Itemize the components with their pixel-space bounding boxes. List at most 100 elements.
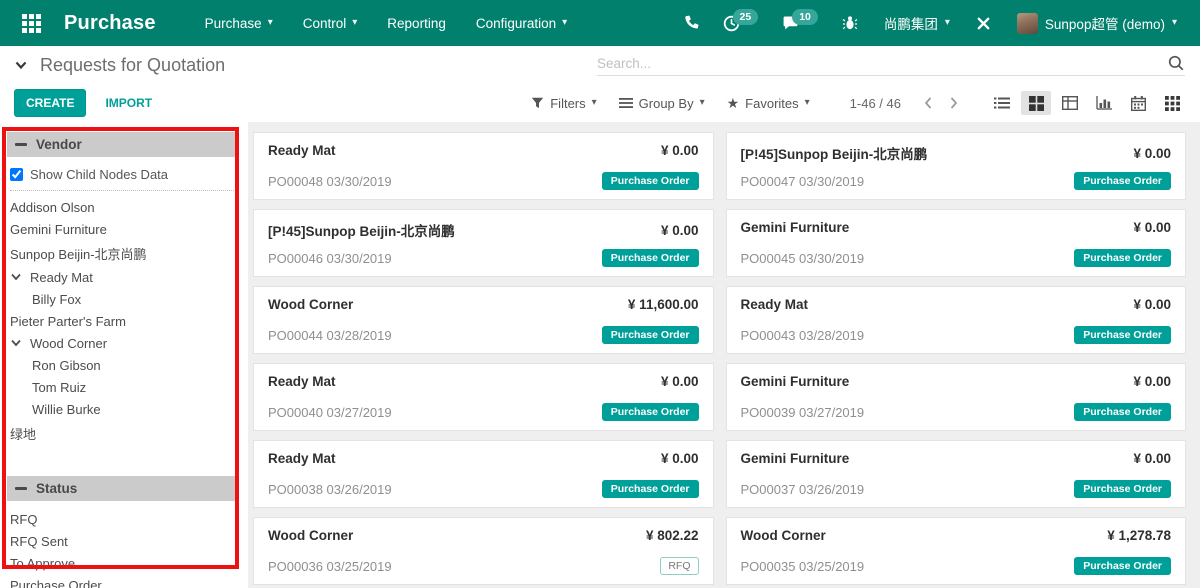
card-amount: ¥ 0.00 bbox=[661, 374, 699, 389]
user-menu[interactable]: Sunpop超管 (demo) ▾ bbox=[1008, 0, 1186, 46]
list-view-icon bbox=[994, 96, 1010, 110]
chevron-down-icon bbox=[14, 59, 28, 71]
card-vendor-name: Gemini Furniture bbox=[741, 451, 850, 466]
kanban-card[interactable]: Ready Mat ¥ 0.00 PO00038 03/26/2019 Purc… bbox=[253, 440, 714, 508]
filters-label: Filters bbox=[550, 96, 585, 111]
status-badge: Purchase Order bbox=[602, 403, 699, 421]
card-vendor-name: Ready Mat bbox=[268, 451, 336, 466]
card-amount: ¥ 1,278.78 bbox=[1107, 528, 1171, 543]
pager-next-button[interactable] bbox=[941, 92, 967, 114]
vendor-filter-item[interactable]: Sunpop Beijin-北京尚鹏 bbox=[0, 240, 248, 266]
vendor-section-header[interactable]: Vendor bbox=[7, 132, 237, 157]
card-vendor-name: Wood Corner bbox=[268, 297, 353, 312]
card-reference-date: PO00039 03/27/2019 bbox=[741, 405, 865, 420]
avatar bbox=[1017, 13, 1038, 34]
debug-button[interactable] bbox=[835, 0, 865, 46]
vendor-filter-item[interactable]: Pieter Parter's Farm bbox=[0, 310, 248, 332]
status-filter-item[interactable]: Purchase Order bbox=[0, 574, 248, 588]
vendor-filter-label: Sunpop Beijin-北京尚鹏 bbox=[10, 244, 147, 263]
pivot-view-button[interactable] bbox=[1055, 91, 1085, 115]
status-filter-item[interactable]: RFQ Sent bbox=[0, 530, 248, 552]
apps-menu-button[interactable] bbox=[14, 6, 48, 40]
list-view-button[interactable] bbox=[987, 91, 1017, 115]
menu-item[interactable]: Reporting bbox=[372, 0, 461, 46]
filters-button[interactable]: Filters ▾ bbox=[531, 96, 596, 111]
import-button[interactable]: IMPORT bbox=[105, 96, 152, 110]
card-reference-date: PO00035 03/25/2019 bbox=[741, 559, 865, 574]
card-reference-date: PO00036 03/25/2019 bbox=[268, 559, 392, 574]
vendor-filter-item[interactable]: Ready Mat bbox=[0, 266, 248, 288]
card-reference-date: PO00043 03/28/2019 bbox=[741, 328, 865, 343]
create-button[interactable]: CREATE bbox=[14, 89, 86, 117]
card-amount: ¥ 0.00 bbox=[1133, 451, 1171, 466]
kanban-view-button[interactable] bbox=[1021, 91, 1051, 115]
chevron-down-icon bbox=[10, 337, 22, 349]
vendor-filter-item[interactable]: Willie Burke bbox=[0, 398, 248, 420]
calendar-view-button[interactable] bbox=[1123, 91, 1153, 115]
graph-view-button[interactable] bbox=[1089, 91, 1119, 115]
kanban-card[interactable]: Gemini Furniture ¥ 0.00 PO00037 03/26/20… bbox=[726, 440, 1187, 508]
kanban-card[interactable]: Ready Mat ¥ 0.00 PO00048 03/30/2019 Purc… bbox=[253, 132, 714, 200]
phone-button[interactable] bbox=[676, 0, 706, 46]
vendor-filter-label: Billy Fox bbox=[32, 292, 81, 307]
menu-item[interactable]: Control ▾ bbox=[288, 0, 373, 46]
phone-icon bbox=[683, 15, 699, 31]
main-menu: Purchase ▾ Control ▾ Reporting Configura… bbox=[190, 0, 583, 46]
kanban-card[interactable]: Gemini Furniture ¥ 0.00 PO00039 03/27/20… bbox=[726, 363, 1187, 431]
vendor-filter-label: Ready Mat bbox=[30, 270, 93, 285]
search-panel-sidebar: Vendor Show Child Nodes Data Addison Ols… bbox=[0, 122, 248, 588]
card-amount: ¥ 0.00 bbox=[661, 451, 699, 466]
messages-button[interactable]: 10 bbox=[775, 0, 825, 46]
menu-item-label: Control bbox=[303, 16, 347, 31]
vendor-filter-item[interactable]: Wood Corner bbox=[0, 332, 248, 354]
search-icon[interactable] bbox=[1167, 54, 1185, 72]
status-filter-label: RFQ bbox=[10, 512, 37, 527]
vendor-filter-item[interactable]: 绿地 bbox=[0, 420, 248, 446]
activity-count-badge: 25 bbox=[733, 9, 759, 25]
vendor-filter-label: 绿地 bbox=[10, 424, 36, 443]
control-panel-bottom: CREATE IMPORT Filters ▾ Group By ▾ ★ Fav… bbox=[0, 84, 1200, 122]
search-input[interactable] bbox=[597, 56, 1167, 71]
kanban-card[interactable]: Wood Corner ¥ 802.22 PO00036 03/25/2019 … bbox=[253, 517, 714, 585]
top-navbar: Purchase Purchase ▾ Control ▾ Reporting … bbox=[0, 0, 1200, 46]
kanban-card[interactable]: [P!45]Sunpop Beijin-北京尚鹏 ¥ 0.00 PO00046 … bbox=[253, 209, 714, 277]
menu-item[interactable]: Configuration ▾ bbox=[461, 0, 582, 46]
pivot-view-icon bbox=[1062, 96, 1078, 110]
company-name: 尚鹏集团 bbox=[884, 13, 938, 33]
kanban-card[interactable]: [P!45]Sunpop Beijin-北京尚鹏 ¥ 0.00 PO00047 … bbox=[726, 132, 1187, 200]
vendor-filter-item[interactable]: Gemini Furniture bbox=[0, 218, 248, 240]
user-name: Sunpop超管 (demo) bbox=[1045, 13, 1165, 33]
company-switcher[interactable]: 尚鹏集团 ▾ bbox=[875, 0, 959, 46]
card-amount: ¥ 0.00 bbox=[1133, 220, 1171, 235]
menu-item[interactable]: Purchase ▾ bbox=[190, 0, 288, 46]
kanban-card[interactable]: Gemini Furniture ¥ 0.00 PO00045 03/30/20… bbox=[726, 209, 1187, 277]
show-child-nodes-checkbox[interactable] bbox=[10, 168, 23, 181]
vendor-filter-item[interactable]: Tom Ruiz bbox=[0, 376, 248, 398]
card-vendor-name: Ready Mat bbox=[268, 143, 336, 158]
caret-down-icon: ▾ bbox=[1172, 18, 1177, 28]
breadcrumb[interactable]: Requests for Quotation bbox=[0, 55, 225, 76]
activities-button[interactable]: 25 bbox=[716, 0, 766, 46]
vendor-filter-item[interactable]: Billy Fox bbox=[0, 288, 248, 310]
status-filter-label: Purchase Order bbox=[10, 578, 102, 588]
kanban-card[interactable]: Ready Mat ¥ 0.00 PO00040 03/27/2019 Purc… bbox=[253, 363, 714, 431]
pager-previous-button[interactable] bbox=[915, 92, 941, 114]
kanban-card[interactable]: Ready Mat ¥ 0.00 PO00043 03/28/2019 Purc… bbox=[726, 286, 1187, 354]
kanban-card[interactable]: Wood Corner ¥ 11,600.00 PO00044 03/28/20… bbox=[253, 286, 714, 354]
vendor-filter-item[interactable]: Addison Olson bbox=[0, 196, 248, 218]
favorites-button[interactable]: ★ Favorites ▾ bbox=[727, 95, 810, 112]
vendor-section-title: Vendor bbox=[36, 137, 82, 152]
group-by-button[interactable]: Group By ▾ bbox=[619, 96, 705, 111]
vendor-list: Addison Olson Gemini Furniture Sunpop Be… bbox=[0, 196, 248, 446]
support-tools-button[interactable] bbox=[969, 0, 998, 46]
status-badge: Purchase Order bbox=[1074, 557, 1171, 575]
status-filter-item[interactable]: To Approve bbox=[0, 552, 248, 574]
grid-view-button[interactable] bbox=[1157, 91, 1187, 115]
show-child-nodes-option[interactable]: Show Child Nodes Data bbox=[0, 164, 248, 190]
status-filter-item[interactable]: RFQ bbox=[0, 508, 248, 530]
card-amount: ¥ 0.00 bbox=[661, 143, 699, 158]
vendor-filter-label: Ron Gibson bbox=[32, 358, 101, 373]
status-section-header[interactable]: Status bbox=[7, 476, 237, 501]
vendor-filter-item[interactable]: Ron Gibson bbox=[0, 354, 248, 376]
kanban-card[interactable]: Wood Corner ¥ 1,278.78 PO00035 03/25/201… bbox=[726, 517, 1187, 585]
